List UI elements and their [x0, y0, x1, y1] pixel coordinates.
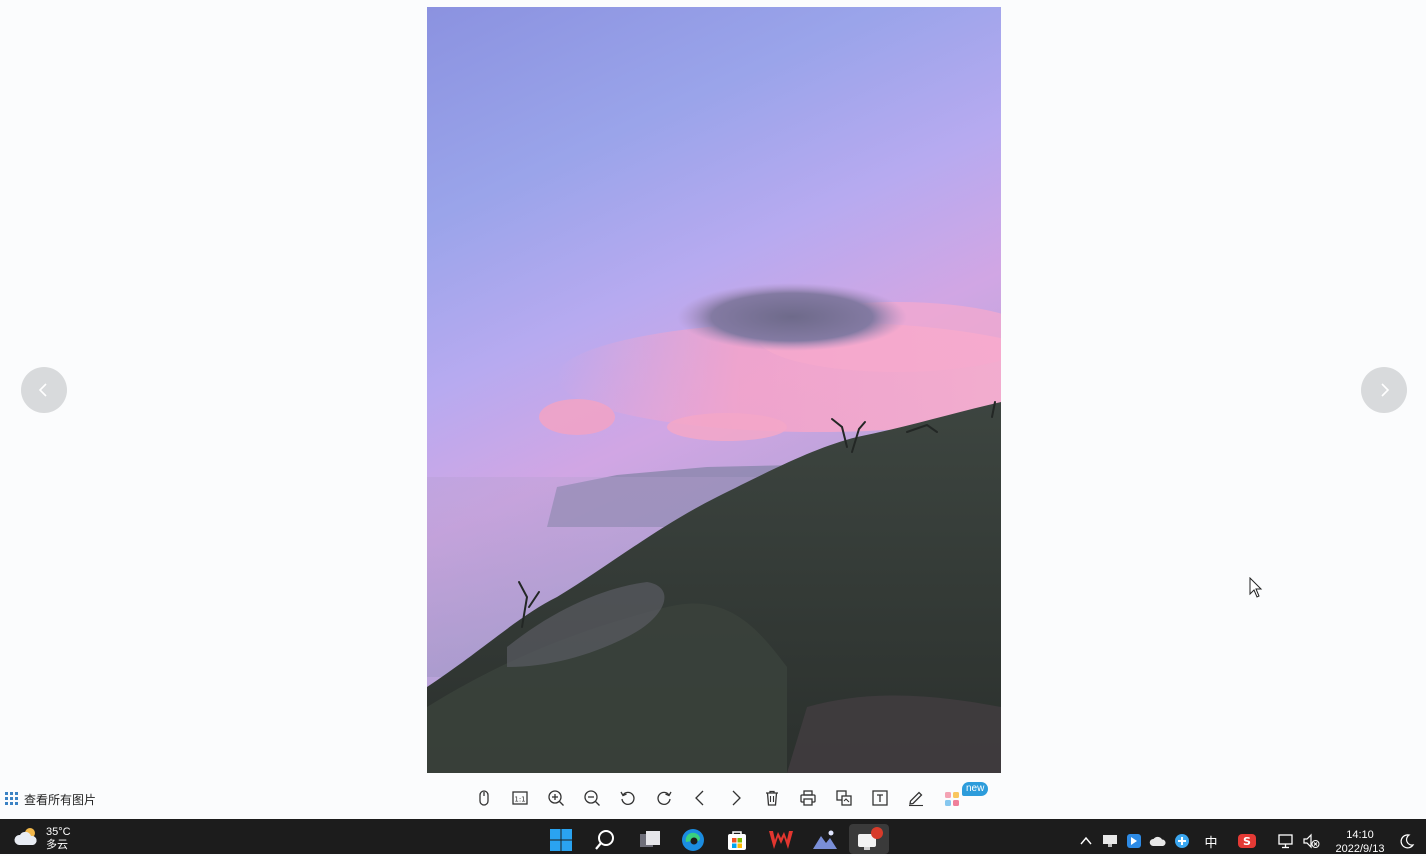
zoom-out-icon — [584, 790, 600, 806]
input-method-indicator[interactable]: 中 — [1200, 830, 1222, 852]
store-icon — [728, 831, 746, 850]
task-view-button[interactable] — [636, 826, 664, 854]
network-status-button[interactable] — [1275, 830, 1297, 852]
image-viewer-app-button[interactable] — [855, 826, 883, 854]
actual-size-button[interactable]: 1:1 — [502, 782, 538, 814]
delete-button[interactable] — [754, 782, 790, 814]
cloud-icon — [1149, 836, 1166, 846]
extract-text-button[interactable] — [862, 782, 898, 814]
previous-button[interactable] — [682, 782, 718, 814]
volume-button[interactable] — [1300, 830, 1322, 852]
apps-icon — [945, 792, 959, 806]
text-extract-icon — [872, 790, 888, 806]
pencil-icon — [909, 791, 923, 807]
view-all-label: 查看所有图片 — [24, 792, 97, 807]
mouse-icon — [479, 790, 489, 806]
sogou-input-button[interactable]: S — [1236, 830, 1258, 852]
zoom-out-button[interactable] — [574, 782, 610, 814]
mouse-mode-button[interactable] — [466, 782, 502, 814]
tray-display-button[interactable] — [1100, 830, 1120, 852]
view-all-images-button[interactable]: 查看所有图片 — [5, 790, 96, 808]
tray-app-button[interactable] — [1124, 830, 1144, 852]
chevron-left-icon — [38, 383, 47, 397]
search-button[interactable] — [591, 826, 619, 854]
weather-temperature: 35°C — [46, 826, 71, 838]
photo[interactable] — [427, 7, 1001, 773]
chevron-up-icon — [1080, 836, 1092, 845]
viewer-app-icon — [858, 827, 883, 850]
chevron-right-icon — [732, 790, 741, 806]
clock-time: 14:10 — [1346, 829, 1374, 841]
show-hidden-icons-button[interactable] — [1078, 830, 1094, 852]
svg-text:1:1: 1:1 — [514, 796, 525, 804]
edge-icon — [682, 829, 704, 851]
store-button[interactable] — [723, 826, 751, 854]
next-image-button[interactable] — [1361, 367, 1407, 413]
rotate-left-button[interactable] — [610, 782, 646, 814]
windows-logo-icon — [550, 829, 572, 851]
convert-button[interactable] — [826, 782, 862, 814]
zoom-in-button[interactable] — [538, 782, 574, 814]
trash-icon — [766, 790, 778, 806]
cloudy-weather-icon — [14, 828, 37, 845]
rotate-right-icon — [657, 791, 672, 805]
svg-text:S: S — [1243, 835, 1251, 848]
moon-icon — [1400, 834, 1415, 849]
actual-size-icon: 1:1 — [512, 791, 528, 805]
wps-icon — [769, 831, 793, 849]
wps-office-button[interactable] — [767, 826, 795, 854]
weather-condition: 多云 — [46, 839, 68, 851]
network-icon — [1278, 834, 1293, 849]
chevron-right-icon — [1381, 383, 1390, 397]
edge-browser-button[interactable] — [679, 826, 707, 854]
viewer-toolbar: 1:1 — [466, 782, 970, 814]
previous-image-button[interactable] — [21, 367, 67, 413]
new-badge: new — [962, 782, 989, 796]
zoom-in-icon — [548, 790, 564, 806]
chevron-left-icon — [695, 790, 704, 806]
plus-circle-icon — [1175, 834, 1189, 848]
rotate-right-button[interactable] — [646, 782, 682, 814]
task-view-icon — [640, 831, 660, 847]
mouse-cursor-icon — [1249, 577, 1263, 598]
next-button[interactable] — [718, 782, 754, 814]
mountain-photo-icon — [813, 830, 837, 849]
rotate-left-icon — [620, 791, 635, 805]
printer-icon — [800, 790, 816, 806]
start-button[interactable] — [547, 826, 575, 854]
app-tray-icon — [1127, 834, 1141, 848]
photos-app-button[interactable] — [811, 826, 839, 854]
image-viewer: 查看所有图片 1:1 new — [0, 0, 1426, 819]
landscape-photo-image — [427, 7, 1001, 773]
convert-icon — [836, 790, 852, 806]
sogou-icon: S — [1238, 834, 1256, 848]
grid-icon — [5, 792, 18, 805]
edit-button[interactable] — [898, 782, 934, 814]
notification-center-button[interactable] — [1396, 830, 1418, 852]
search-icon — [595, 830, 614, 850]
speaker-muted-icon — [1303, 833, 1320, 849]
system-clock[interactable]: 14:10 2022/9/13 — [1330, 828, 1390, 856]
weather-widget[interactable]: 35°C 多云 — [14, 826, 71, 852]
onedrive-button[interactable] — [1148, 830, 1168, 852]
monitor-icon — [1103, 835, 1117, 847]
tray-network-app-button[interactable] — [1172, 830, 1192, 852]
print-button[interactable] — [790, 782, 826, 814]
